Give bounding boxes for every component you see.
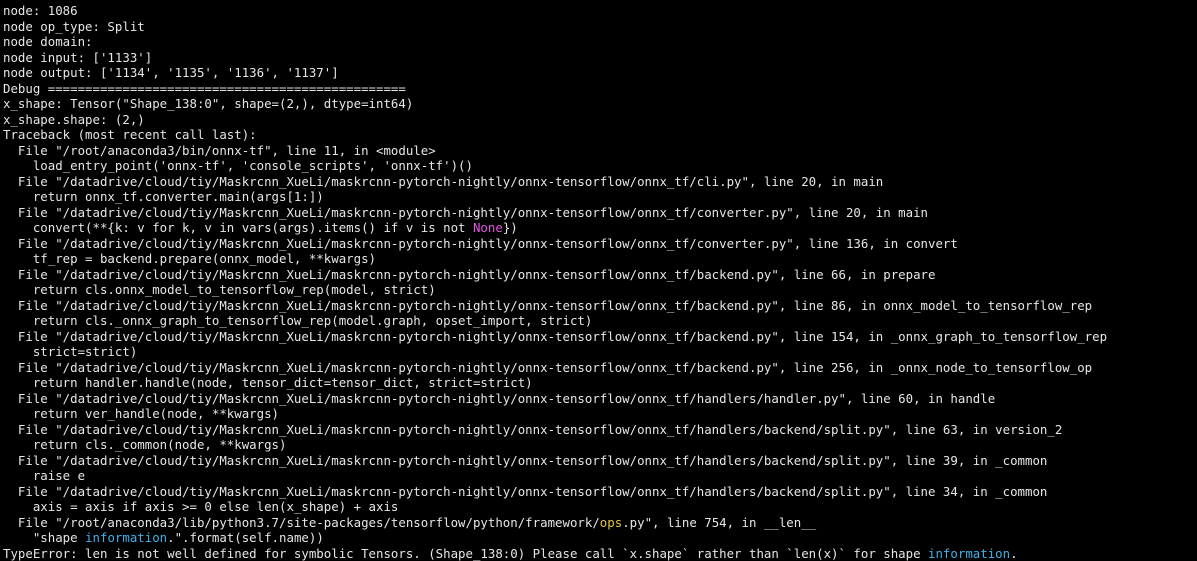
terminal-line: axis = axis if axis >= 0 else len(x_shap… [3,499,1197,515]
text-segment: x_shape: Tensor("Shape_138:0", shape=(2,… [3,96,414,111]
text-segment: File "/datadrive/cloud/tiy/Maskrcnn_XueL… [3,297,1093,313]
terminal-line: node output: ['1134', '1135', '1136', '1… [3,65,1197,81]
text-segment: File "/datadrive/cloud/tiy/Maskrcnn_XueL… [3,173,884,189]
text-segment: File "/datadrive/cloud/tiy/Maskrcnn_XueL… [3,235,958,251]
text-segment: File "/datadrive/cloud/tiy/Maskrcnn_XueL… [3,204,929,220]
highlighted-token: information [928,545,1011,561]
terminal-line: File "/datadrive/cloud/tiy/Maskrcnn_XueL… [3,298,1197,314]
terminal-line: File "/datadrive/cloud/tiy/Maskrcnn_XueL… [3,391,1197,407]
terminal-line: File "/root/anaconda3/bin/onnx-tf", line… [3,143,1197,159]
terminal-line: node op_type: Split [3,19,1197,35]
terminal-line: File "/datadrive/cloud/tiy/Maskrcnn_XueL… [3,329,1197,345]
text-segment: File "/datadrive/cloud/tiy/Maskrcnn_XueL… [3,483,1048,499]
terminal-line: return cls._onnx_graph_to_tensorflow_rep… [3,313,1197,329]
terminal-line: Traceback (most recent call last): [3,127,1197,143]
terminal-line: node: 1086 [3,3,1197,19]
terminal-line: File "/datadrive/cloud/tiy/Maskrcnn_XueL… [3,453,1197,469]
text-segment: .".format(self.name)) [167,530,324,545]
text-segment: File "/datadrive/cloud/tiy/Maskrcnn_XueL… [3,266,936,282]
terminal-line: tf_rep = backend.prepare(onnx_model, **k… [3,251,1197,267]
terminal-line: File "/datadrive/cloud/tiy/Maskrcnn_XueL… [3,205,1197,221]
terminal-line: raise e [3,468,1197,484]
text-segment: strict=strict) [3,344,138,359]
text-segment: axis = axis if axis >= 0 else len(x_shap… [3,499,399,514]
text-segment: }) [502,220,518,235]
terminal-line: TypeError: len is not well defined for s… [3,546,1197,561]
text-segment: node: 1086 [3,3,78,18]
highlighted-token: ops [599,514,623,530]
text-segment: x_shape.shape: (2,) [3,111,145,127]
terminal-line: return onnx_tf.converter.main(args[1:]) [3,189,1197,205]
text-segment: return cls._common(node, **kwargs) [3,437,287,452]
terminal-output[interactable]: node: 1086 node op_type: Split node domain… [0,0,1197,561]
text-segment: return ver_handle(node, **kwargs) [3,406,280,421]
text-segment: load_entry_point('onnx-tf', 'console_scr… [3,158,473,173]
text-segment: File "/datadrive/cloud/tiy/Maskrcnn_XueL… [3,328,1108,344]
text-segment: File "/datadrive/cloud/tiy/Maskrcnn_XueL… [3,421,1063,437]
text-segment: .py", line 754, in __len__ [622,514,817,530]
terminal-line: strict=strict) [3,344,1197,360]
text-segment: tf_rep = backend.prepare(onnx_model, **k… [3,251,376,266]
terminal-line: Debug ==================================… [3,81,1197,97]
terminal-line: return ver_handle(node, **kwargs) [3,406,1197,422]
highlighted-token: information [85,530,168,545]
text-segment: Traceback (most recent call last): [3,127,257,142]
text-segment: return cls.onnx_model_to_tensorflow_rep(… [3,282,436,297]
text-segment: raise e [3,468,86,483]
terminal-line: node domain: [3,34,1197,50]
terminal-line: File "/datadrive/cloud/tiy/Maskrcnn_XueL… [3,236,1197,252]
text-segment: node op_type: Split [3,18,145,34]
text-segment: convert(**{k: v for k, v in vars(args).i… [3,220,473,235]
text-segment: File "/root/anaconda3/bin/onnx-tf", line… [3,142,436,158]
terminal-line: File "/datadrive/cloud/tiy/Maskrcnn_XueL… [3,484,1197,500]
text-segment: return handler.handle(node, tensor_dict=… [3,375,533,390]
text-segment: return cls._onnx_graph_to_tensorflow_rep… [3,313,593,328]
terminal-line: convert(**{k: v for k, v in vars(args).i… [3,220,1197,236]
terminal-line: File "/datadrive/cloud/tiy/Maskrcnn_XueL… [3,360,1197,376]
terminal-line: node input: ['1133'] [3,50,1197,66]
terminal-line: load_entry_point('onnx-tf', 'console_scr… [3,158,1197,174]
terminal-line: x_shape.shape: (2,) [3,112,1197,128]
text-segment: return onnx_tf.converter.main(args[1:]) [3,189,324,204]
text-segment: . [1010,545,1018,561]
terminal-line: File "/root/anaconda3/lib/python3.7/site… [3,515,1197,531]
text-segment: File "/datadrive/cloud/tiy/Maskrcnn_XueL… [3,359,1093,375]
terminal-line: return cls.onnx_model_to_tensorflow_rep(… [3,282,1197,298]
text-segment: File "/datadrive/cloud/tiy/Maskrcnn_XueL… [3,390,996,406]
text-segment: TypeError: len is not well defined for s… [3,545,929,561]
text-segment: node domain: [3,34,93,49]
text-segment: node output: ['1134', '1135', '1136', '1… [3,65,339,80]
text-segment: "shape [3,530,86,545]
terminal-line: return cls._common(node, **kwargs) [3,437,1197,453]
terminal-line: return handler.handle(node, tensor_dict=… [3,375,1197,391]
terminal-line: "shape information.".format(self.name)) [3,530,1197,546]
terminal-line: File "/datadrive/cloud/tiy/Maskrcnn_XueL… [3,174,1197,190]
terminal-line: x_shape: Tensor("Shape_138:0", shape=(2,… [3,96,1197,112]
text-segment: node input: ['1133'] [3,49,153,65]
text-segment: File "/root/anaconda3/lib/python3.7/site… [3,514,600,530]
text-segment: File "/datadrive/cloud/tiy/Maskrcnn_XueL… [3,452,1048,468]
highlighted-token: None [472,220,503,235]
text-segment: Debug ==================================… [3,80,406,96]
terminal-line: File "/datadrive/cloud/tiy/Maskrcnn_XueL… [3,422,1197,438]
terminal-line: File "/datadrive/cloud/tiy/Maskrcnn_XueL… [3,267,1197,283]
